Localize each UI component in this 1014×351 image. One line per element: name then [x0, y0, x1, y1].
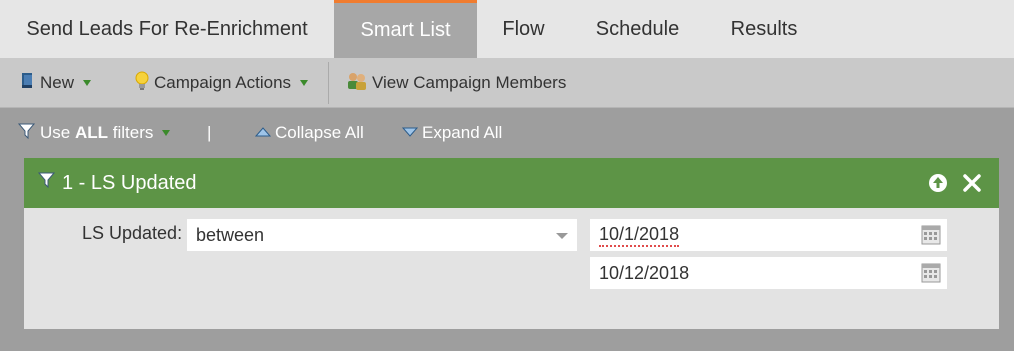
- tab-flow[interactable]: Flow: [477, 0, 570, 58]
- expand-all-label: Expand All: [422, 123, 503, 142]
- filter-title-text: 1 - LS Updated: [62, 171, 197, 194]
- collapse-all-label: Collapse All: [275, 123, 364, 142]
- operator-value: between: [196, 224, 265, 245]
- filter-funnel-icon: [37, 171, 56, 195]
- calendar-icon[interactable]: [921, 225, 941, 245]
- tab-label: Schedule: [595, 17, 680, 40]
- new-button-label: New: [40, 73, 75, 92]
- new-document-icon: [20, 72, 36, 95]
- use-all-filters-dropdown[interactable]: Use ALL filters: [17, 108, 171, 158]
- operator-select[interactable]: between: [187, 219, 577, 251]
- calendar-icon[interactable]: [921, 263, 941, 283]
- campaign-actions-button[interactable]: Campaign Actions: [134, 58, 309, 108]
- new-button[interactable]: New: [20, 58, 92, 108]
- collapse-triangle-icon: [254, 123, 272, 143]
- tab-results[interactable]: Results: [705, 0, 823, 58]
- campaign-actions-label: Campaign Actions: [154, 73, 292, 92]
- tab-bar: Send Leads For Re-Enrichment Smart List …: [0, 0, 1014, 58]
- toolbar-divider: [328, 62, 329, 104]
- separator-text: |: [207, 123, 212, 142]
- filters-label: filters: [112, 123, 154, 142]
- all-label: ALL: [74, 123, 109, 142]
- start-date-field[interactable]: 10/1/2018: [590, 219, 947, 251]
- tab-label: Results: [730, 17, 798, 40]
- close-icon: [963, 174, 981, 192]
- chevron-down-icon: [162, 130, 171, 136]
- filter-title: 1 - LS Updated: [37, 158, 197, 208]
- view-campaign-members-button[interactable]: View Campaign Members: [346, 58, 566, 108]
- toolbar: New Campaign Actions View Campaign Membe…: [0, 58, 1014, 108]
- filterbar-separator: |: [207, 108, 211, 158]
- collapse-all-button[interactable]: Collapse All: [254, 108, 364, 158]
- tab-schedule[interactable]: Schedule: [570, 0, 705, 58]
- tab-label: Send Leads For Re-Enrichment: [26, 17, 308, 40]
- use-label: Use: [40, 123, 71, 142]
- filter-card-header: 1 - LS Updated: [24, 158, 999, 208]
- chevron-down-icon: [300, 80, 309, 86]
- field-label: LS Updated:: [82, 223, 183, 243]
- chevron-down-icon: [556, 233, 568, 239]
- filter-funnel-icon: [17, 122, 36, 145]
- tab-campaign-name[interactable]: Send Leads For Re-Enrichment: [0, 0, 334, 58]
- chevron-down-icon: [83, 80, 92, 86]
- end-date-value: 10/12/2018: [599, 262, 690, 283]
- expand-triangle-icon: [401, 123, 419, 143]
- end-date-field[interactable]: 10/12/2018: [590, 257, 947, 289]
- lightbulb-icon: [134, 71, 150, 96]
- tab-smart-list[interactable]: Smart List: [334, 0, 477, 58]
- tab-label: Smart List: [360, 19, 451, 41]
- people-icon: [346, 71, 368, 96]
- remove-filter-button[interactable]: [962, 173, 982, 193]
- expand-all-button[interactable]: Expand All: [401, 108, 503, 158]
- move-up-button[interactable]: [928, 173, 948, 193]
- view-campaign-members-label: View Campaign Members: [372, 73, 567, 92]
- arrow-up-circle-icon: [929, 174, 947, 192]
- tab-label: Flow: [502, 17, 545, 40]
- filter-options-bar: Use ALL filters | Collapse All Expand Al…: [0, 108, 1014, 158]
- start-date-value: 10/1/2018: [599, 224, 680, 247]
